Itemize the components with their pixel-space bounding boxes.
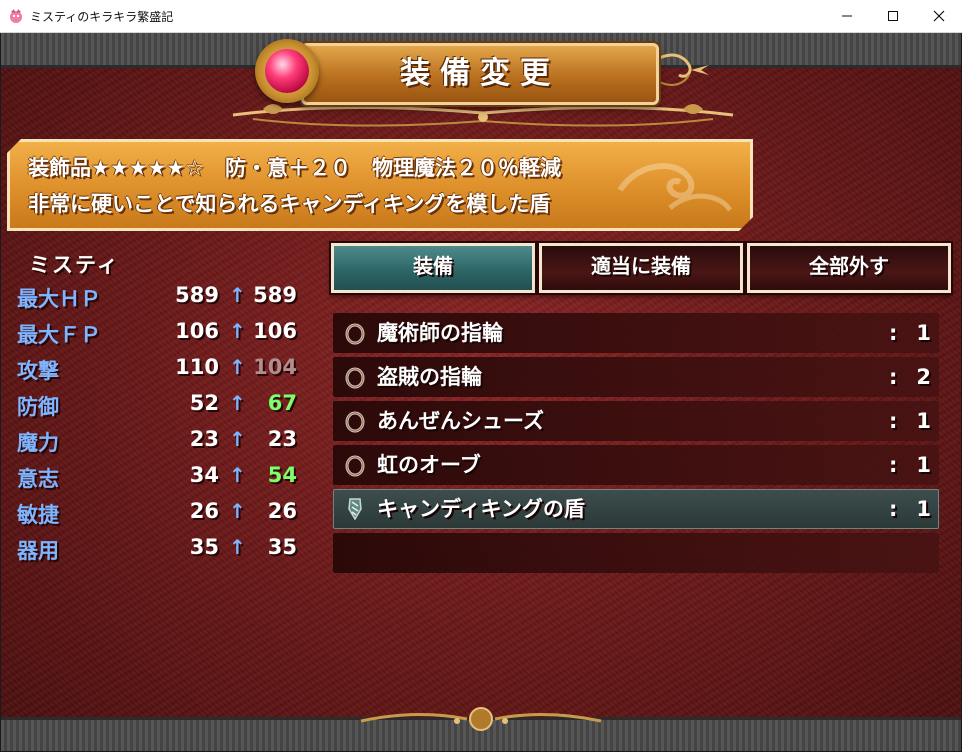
stat-label: 攻撃 bbox=[17, 359, 59, 383]
actor-name: ミスティ bbox=[29, 253, 120, 277]
item-colon: : bbox=[889, 409, 898, 433]
stat-row-dexterity: 器用 35 ↑ 35 bbox=[17, 535, 317, 569]
stat-current: 52 bbox=[189, 391, 219, 415]
window-title: ミスティのキラキラ繁盛記 bbox=[30, 10, 174, 24]
stat-new: 54 bbox=[267, 463, 297, 487]
command-label: 装備 bbox=[413, 254, 453, 278]
command-label: 適当に装備 bbox=[591, 254, 691, 278]
item-colon: : bbox=[889, 321, 898, 345]
stat-label: 器用 bbox=[17, 539, 59, 563]
item-count: 1 bbox=[916, 453, 931, 477]
list-item-empty[interactable] bbox=[333, 533, 939, 573]
item-count: 1 bbox=[916, 321, 931, 345]
bottom-ornament-icon bbox=[360, 707, 602, 731]
stat-arrow-icon: ↑ bbox=[229, 463, 246, 487]
stat-current: 35 bbox=[189, 535, 219, 559]
item-description-box: 装飾品★★★★★☆ 防・意＋２０ 物理魔法２０％軽減 非常に硬いことで知られるキ… bbox=[7, 139, 753, 231]
minimize-button[interactable] bbox=[824, 0, 870, 32]
scene-title: 装備変更 bbox=[400, 56, 560, 91]
stat-current: 589 bbox=[175, 283, 219, 307]
app-icon bbox=[10, 9, 22, 23]
stat-row-magic: 魔力 23 ↑ 23 bbox=[17, 427, 317, 461]
item-name: あんぜんシューズ bbox=[377, 409, 544, 433]
shield-icon bbox=[348, 498, 362, 521]
stat-arrow-icon: ↑ bbox=[229, 319, 246, 343]
stat-new: 67 bbox=[267, 391, 297, 415]
stat-row-defense: 防御 52 ↑ 67 bbox=[17, 391, 317, 425]
stat-arrow-icon: ↑ bbox=[229, 355, 246, 379]
stat-arrow-icon: ↑ bbox=[229, 283, 246, 307]
gem-icon bbox=[265, 49, 309, 93]
item-colon: : bbox=[889, 365, 898, 389]
item-name: 盗賊の指輪 bbox=[377, 365, 482, 389]
title-bar[interactable]: ミスティのキラキラ繁盛記 bbox=[0, 0, 962, 33]
stat-new: 106 bbox=[253, 319, 297, 343]
stat-row-max-hp: 最大ＨＰ 589 ↑ 589 bbox=[17, 283, 317, 317]
list-item-selected[interactable]: キャンディキングの盾 : 1 bbox=[333, 489, 939, 529]
swirl-decoration-icon bbox=[610, 150, 740, 220]
scene-title-banner: 装備変更 bbox=[301, 43, 659, 105]
command-label: 全部外す bbox=[809, 254, 889, 278]
game-screen: 装備変更 装飾品★★★★★☆ 防・意＋２０ 物理魔法２０％軽減 非常に硬いことで… bbox=[1, 33, 961, 751]
game-window: ミスティのキラキラ繁盛記 装備変更 装飾品★★★★★☆ 防・意＋２０ 物理魔法２… bbox=[0, 0, 962, 752]
stat-row-max-fp: 最大ＦＰ 106 ↑ 106 bbox=[17, 319, 317, 353]
ring-icon bbox=[345, 455, 365, 477]
item-count: 1 bbox=[916, 409, 931, 433]
stat-label: 最大ＦＰ bbox=[17, 323, 101, 347]
stat-arrow-icon: ↑ bbox=[229, 499, 246, 523]
list-item[interactable]: 魔術師の指輪 : 1 bbox=[333, 313, 939, 353]
ring-icon bbox=[345, 323, 365, 345]
gem-ornament bbox=[255, 39, 319, 103]
list-item[interactable]: 虹のオーブ : 1 bbox=[333, 445, 939, 485]
description-line-1: 装飾品★★★★★☆ 防・意＋２０ 物理魔法２０％軽減 bbox=[28, 156, 561, 180]
stat-label: 敏捷 bbox=[17, 503, 59, 527]
stat-new: 26 bbox=[267, 499, 297, 523]
stat-label: 防御 bbox=[17, 395, 59, 419]
maximize-button[interactable] bbox=[870, 0, 916, 32]
stat-arrow-icon: ↑ bbox=[229, 427, 246, 451]
item-name: キャンディキングの盾 bbox=[377, 497, 585, 521]
stat-arrow-icon: ↑ bbox=[229, 535, 246, 559]
stat-new: 23 bbox=[267, 427, 297, 451]
stat-label: 魔力 bbox=[17, 431, 59, 455]
description-line-2: 非常に硬いことで知られるキャンディキングを模した盾 bbox=[28, 192, 551, 216]
stat-row-agility: 敏捷 26 ↑ 26 bbox=[17, 499, 317, 533]
stat-new: 104 bbox=[253, 355, 297, 379]
command-equip[interactable]: 装備 bbox=[331, 243, 535, 293]
close-icon bbox=[933, 10, 945, 22]
maximize-icon bbox=[888, 11, 898, 21]
item-colon: : bbox=[889, 453, 898, 477]
stat-current: 23 bbox=[189, 427, 219, 451]
ring-icon bbox=[345, 411, 365, 433]
stat-row-will: 意志 34 ↑ 54 bbox=[17, 463, 317, 497]
stat-new: 35 bbox=[267, 535, 297, 559]
item-colon: : bbox=[889, 497, 898, 521]
command-optimize[interactable]: 適当に装備 bbox=[539, 243, 743, 293]
stat-current: 26 bbox=[189, 499, 219, 523]
stat-current: 106 bbox=[175, 319, 219, 343]
stat-arrow-icon: ↑ bbox=[229, 391, 246, 415]
item-name: 魔術師の指輪 bbox=[377, 321, 503, 345]
command-clear-all[interactable]: 全部外す bbox=[747, 243, 951, 293]
stat-label: 意志 bbox=[17, 467, 59, 491]
stat-new: 589 bbox=[253, 283, 297, 307]
stat-current: 110 bbox=[175, 355, 219, 379]
list-item[interactable]: あんぜんシューズ : 1 bbox=[333, 401, 939, 441]
item-name: 虹のオーブ bbox=[377, 453, 481, 477]
stat-row-attack: 攻撃 110 ↑ 104 bbox=[17, 355, 317, 389]
list-item[interactable]: 盗賊の指輪 : 2 bbox=[333, 357, 939, 397]
ring-icon bbox=[345, 367, 365, 389]
close-button[interactable] bbox=[916, 0, 962, 32]
stat-current: 34 bbox=[189, 463, 219, 487]
item-count: 2 bbox=[916, 365, 931, 389]
minimize-icon bbox=[842, 15, 852, 17]
item-count: 1 bbox=[916, 497, 931, 521]
stat-label: 最大ＨＰ bbox=[17, 287, 101, 311]
